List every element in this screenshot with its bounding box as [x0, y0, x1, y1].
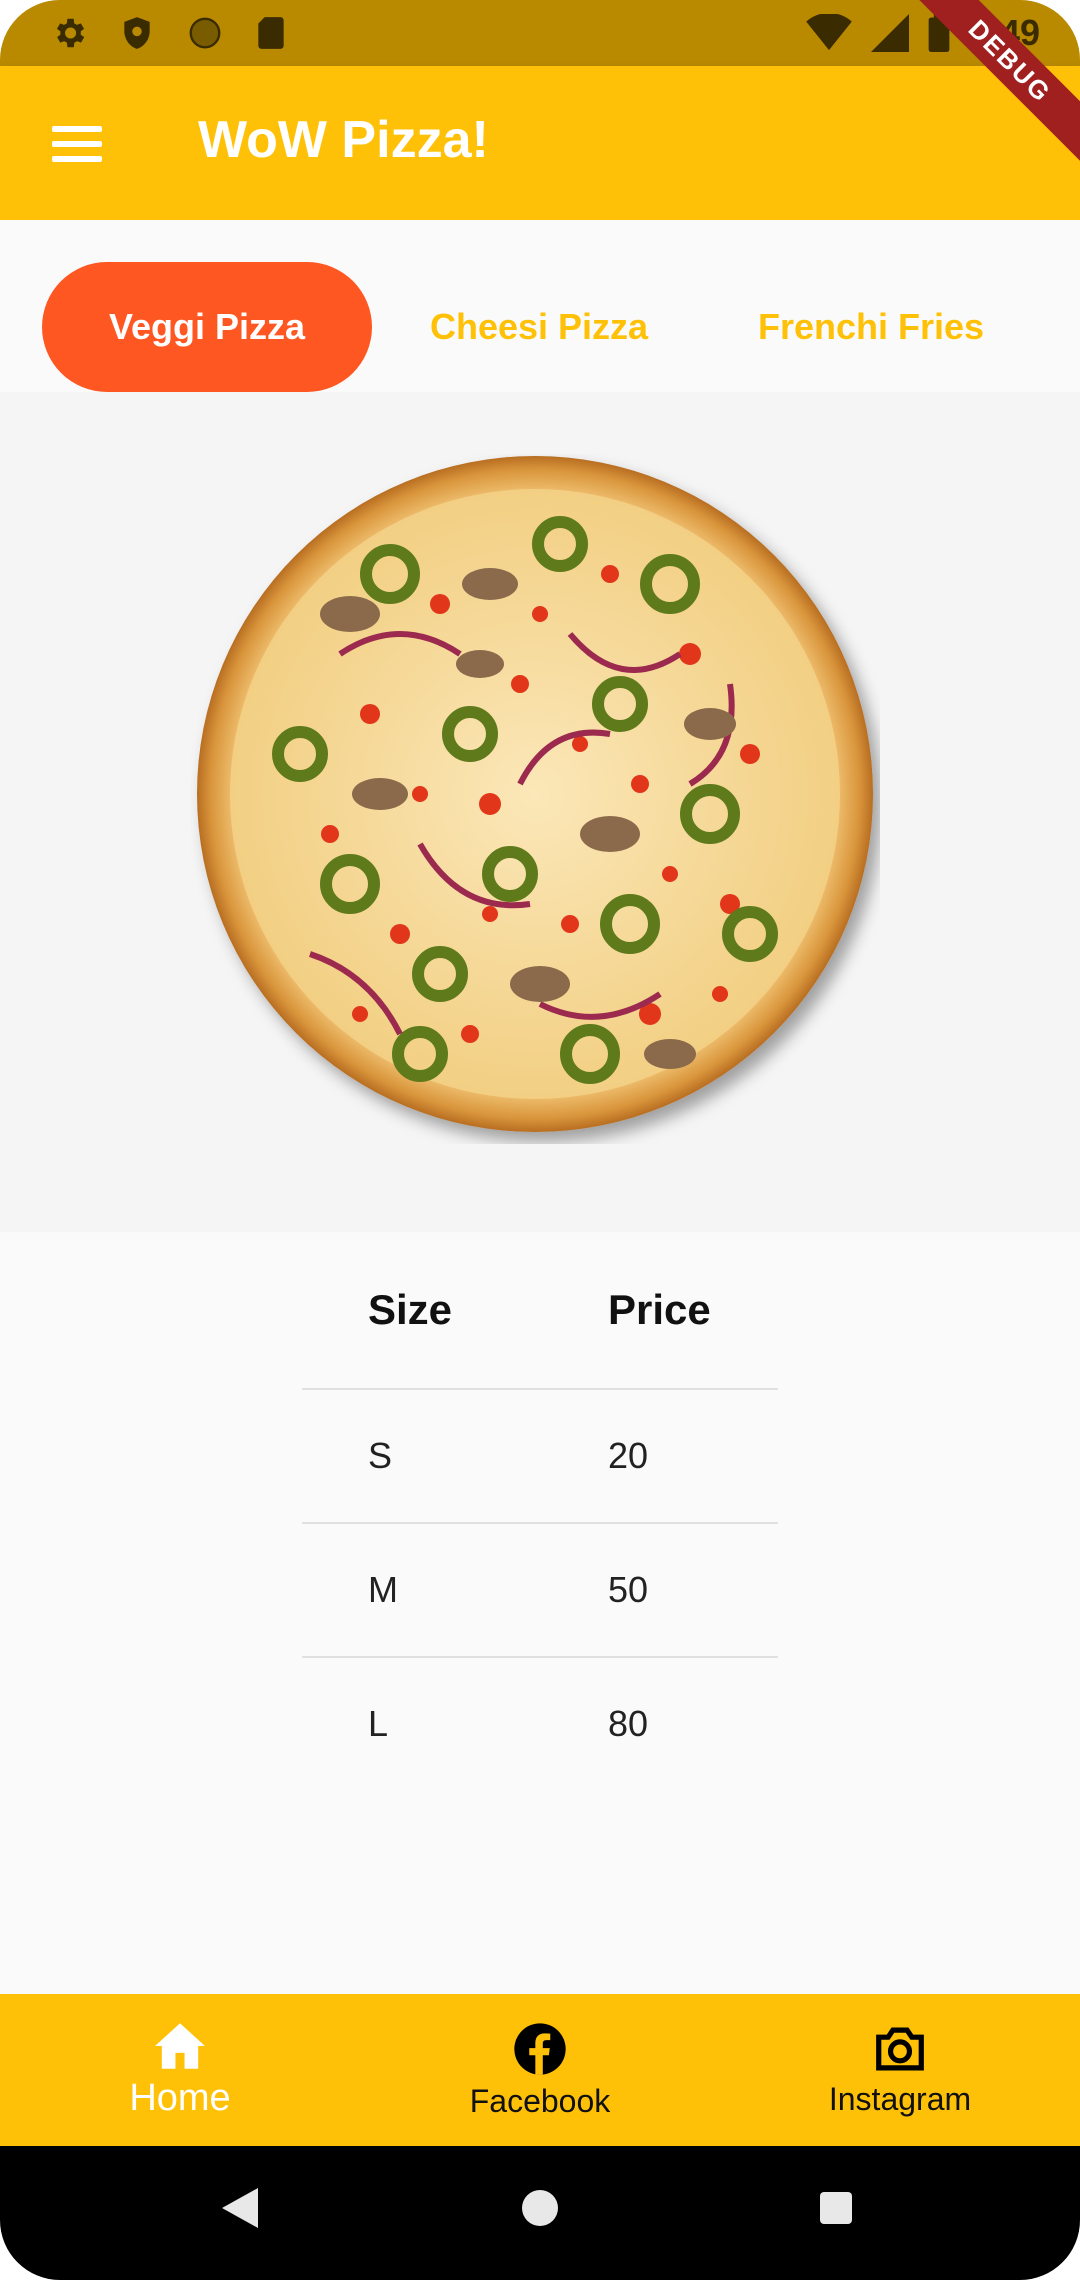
- table-row: M 50: [302, 1524, 778, 1658]
- size-cell: S: [368, 1435, 393, 1476]
- bottom-navigation: Home Facebook Instagram: [0, 1994, 1080, 2146]
- app-bar: WoW Pizza!: [0, 66, 1080, 220]
- home-icon: [155, 2022, 205, 2069]
- product-image-area: [0, 392, 1080, 1232]
- facebook-icon: [514, 2022, 566, 2075]
- nav-label-facebook: Facebook: [469, 2082, 611, 2119]
- price-cell: 20: [608, 1435, 649, 1476]
- table-row: L 80: [302, 1658, 778, 1790]
- nav-label-home: Home: [129, 2076, 231, 2119]
- recents-icon[interactable]: [818, 2190, 854, 2226]
- price-table: Size Price S 20 M 50 L 80: [302, 1240, 778, 1790]
- table-header-row: Size Price: [302, 1240, 778, 1390]
- shield-icon: [124, 17, 150, 49]
- tab-frenchi-fries[interactable]: Frenchi Fries: [706, 262, 1036, 392]
- nav-item-facebook[interactable]: Facebook: [360, 1994, 720, 2146]
- gear-icon: [56, 18, 85, 48]
- camera-icon: [876, 2026, 924, 2071]
- price-cell: 50: [608, 1569, 649, 1610]
- home-circle-icon[interactable]: [520, 2188, 560, 2228]
- size-cell: L: [368, 1703, 389, 1744]
- circle-icon: [189, 17, 221, 49]
- hamburger-menu-icon[interactable]: [52, 126, 102, 162]
- category-tabs: Veggi Pizza Cheesi Pizza Frenchi Fries: [0, 220, 1080, 392]
- tab-cheesi-pizza[interactable]: Cheesi Pizza: [374, 262, 704, 392]
- app-title: WoW Pizza!: [198, 111, 489, 169]
- column-header-size: Size: [368, 1286, 453, 1333]
- pizza-image: [190, 454, 880, 1144]
- table-row: S 20: [302, 1390, 778, 1524]
- price-cell: 80: [608, 1703, 649, 1744]
- wifi-icon: [806, 14, 852, 51]
- system-navigation-bar: [0, 2146, 1080, 2280]
- nav-item-instagram[interactable]: Instagram: [720, 1994, 1080, 2146]
- signal-icon: [870, 14, 909, 52]
- back-icon[interactable]: [222, 2188, 258, 2228]
- sd-card-icon: [258, 17, 284, 49]
- status-bar: 7:49: [0, 0, 1080, 66]
- nav-item-home[interactable]: Home: [0, 1994, 360, 2146]
- nav-label-instagram: Instagram: [828, 2080, 972, 2117]
- column-header-price: Price: [608, 1286, 711, 1333]
- app-screen: 7:49 WoW Pizza! DEBUG Veggi Pizza Cheesi…: [0, 0, 1080, 2280]
- tab-veggi-pizza[interactable]: Veggi Pizza: [42, 262, 372, 392]
- size-cell: M: [368, 1569, 398, 1610]
